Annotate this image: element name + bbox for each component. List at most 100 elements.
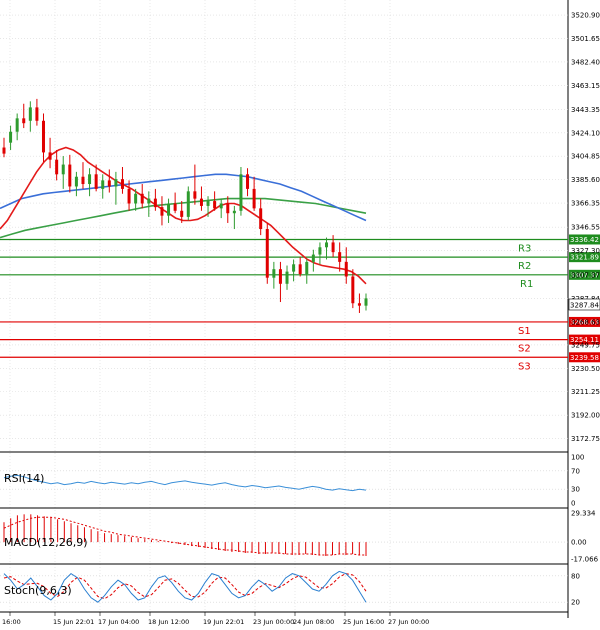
- candle-body: [41, 120, 45, 153]
- candle-body: [127, 188, 131, 204]
- candle-body: [259, 208, 263, 230]
- candle-body: [305, 261, 309, 275]
- level-price-label: 3336.42: [570, 236, 599, 244]
- stoch-tick-label: 20: [571, 599, 580, 607]
- stoch-tick-label: 80: [571, 572, 580, 580]
- candle-body: [153, 198, 157, 208]
- time-tick-label: 23 Jun 00:00: [253, 618, 294, 626]
- price-tick-label: 3211.25: [571, 388, 600, 396]
- time-tick-label: 15 Jun 22:01: [53, 618, 94, 626]
- candle-body: [311, 254, 315, 262]
- candle-body: [48, 152, 52, 160]
- price-tick-label: 3366.35: [571, 200, 600, 208]
- price-tick-label: 3443.35: [571, 106, 600, 114]
- candle-body: [278, 269, 282, 284]
- candle-body: [193, 191, 197, 199]
- level-name-r3: R3: [518, 243, 531, 254]
- rsi-title: RSI(14): [4, 472, 44, 485]
- level-price-label: 3239.58: [570, 354, 599, 362]
- candle-body: [338, 252, 342, 262]
- price-tick-label: 3172.75: [571, 435, 600, 443]
- rsi-tick-label: 100: [571, 454, 584, 462]
- candle-body: [167, 203, 171, 216]
- candle-body: [114, 179, 118, 187]
- trading-chart[interactable]: R33336.42R23321.89R13307.37S13268.63S232…: [0, 0, 600, 630]
- candle-body: [292, 264, 296, 272]
- candle-body: [147, 198, 151, 204]
- candle-body: [173, 203, 177, 211]
- candle-body: [68, 164, 72, 187]
- price-tick-label: 3424.10: [571, 129, 600, 137]
- candle-body: [61, 164, 65, 175]
- current-price-label: 3287.84: [570, 302, 599, 310]
- price-tick-label: 3346.55: [571, 224, 600, 232]
- rsi-tick-label: 0: [571, 500, 575, 508]
- price-tick-label: 3327.30: [571, 247, 600, 255]
- candle-body: [272, 269, 276, 278]
- time-tick-label: 19 Jun 22:01: [203, 618, 244, 626]
- candle-body: [94, 174, 98, 189]
- candle-body: [9, 131, 13, 143]
- price-tick-label: 3249.75: [571, 341, 600, 349]
- candle-body: [213, 201, 217, 209]
- chart-background: [0, 0, 600, 630]
- macd-tick-label: 29.334: [571, 510, 596, 518]
- candle-body: [246, 174, 250, 189]
- price-tick-label: 3268.63: [571, 318, 600, 326]
- candle-body: [2, 147, 6, 154]
- candle-body: [331, 242, 335, 253]
- price-tick-label: 3482.40: [571, 58, 600, 66]
- candle-body: [232, 210, 236, 214]
- candle-body: [298, 264, 302, 275]
- candle-body: [344, 261, 348, 277]
- stoch-title: Stoch(9,6,3): [4, 584, 72, 597]
- candle-body: [364, 298, 368, 306]
- candle-body: [74, 176, 78, 187]
- candle-body: [55, 159, 59, 175]
- price-tick-label: 3192.00: [571, 412, 600, 420]
- candle-body: [134, 193, 138, 204]
- rsi-tick-label: 30: [571, 486, 580, 494]
- rsi-tick-label: 70: [571, 467, 580, 475]
- candle-body: [140, 193, 144, 204]
- macd-tick-label: -17.066: [571, 556, 599, 564]
- time-tick-label: 27 Jun 00:00: [388, 618, 429, 626]
- price-tick-label: 3230.50: [571, 365, 600, 373]
- candle-body: [28, 107, 32, 121]
- current-price-marker: 3287.84: [568, 298, 600, 311]
- price-tick-label: 3404.85: [571, 153, 600, 161]
- level-name-s1: S1: [518, 326, 531, 337]
- candle-body: [252, 188, 256, 209]
- candle-body: [180, 210, 184, 217]
- candle-body: [101, 180, 105, 189]
- price-tick-label: 3385.60: [571, 176, 600, 184]
- candle-body: [285, 271, 289, 284]
- candle-body: [186, 191, 190, 217]
- candle-body: [239, 174, 243, 211]
- price-tick-label: 3520.90: [571, 12, 600, 20]
- candle-body: [81, 176, 85, 185]
- candle-body: [15, 118, 19, 132]
- candle-body: [160, 207, 164, 216]
- candle-body: [325, 242, 329, 248]
- candle-body: [199, 198, 203, 206]
- macd-title: MACD(12,26,9): [4, 536, 88, 549]
- level-name-s2: S2: [518, 344, 531, 355]
- candle-body: [226, 203, 230, 214]
- level-name-r2: R2: [518, 261, 531, 272]
- candle-body: [219, 203, 223, 209]
- price-tick-label: 3501.65: [571, 35, 600, 43]
- time-tick-label: 16:00: [2, 618, 21, 626]
- level-name-s3: S3: [518, 361, 531, 372]
- candle-body: [35, 107, 39, 121]
- price-tick-label: 3463.15: [571, 82, 600, 90]
- time-tick-label: 17 Jun 04:00: [98, 618, 139, 626]
- candle-body: [22, 118, 26, 124]
- time-tick-label: 18 Jun 12:00: [148, 618, 189, 626]
- candle-body: [107, 180, 111, 187]
- candle-body: [357, 303, 361, 306]
- candle-body: [265, 229, 269, 278]
- candle-body: [351, 276, 355, 304]
- level-name-r1: R1: [520, 279, 533, 290]
- price-tick-label: 3307.37: [571, 271, 600, 279]
